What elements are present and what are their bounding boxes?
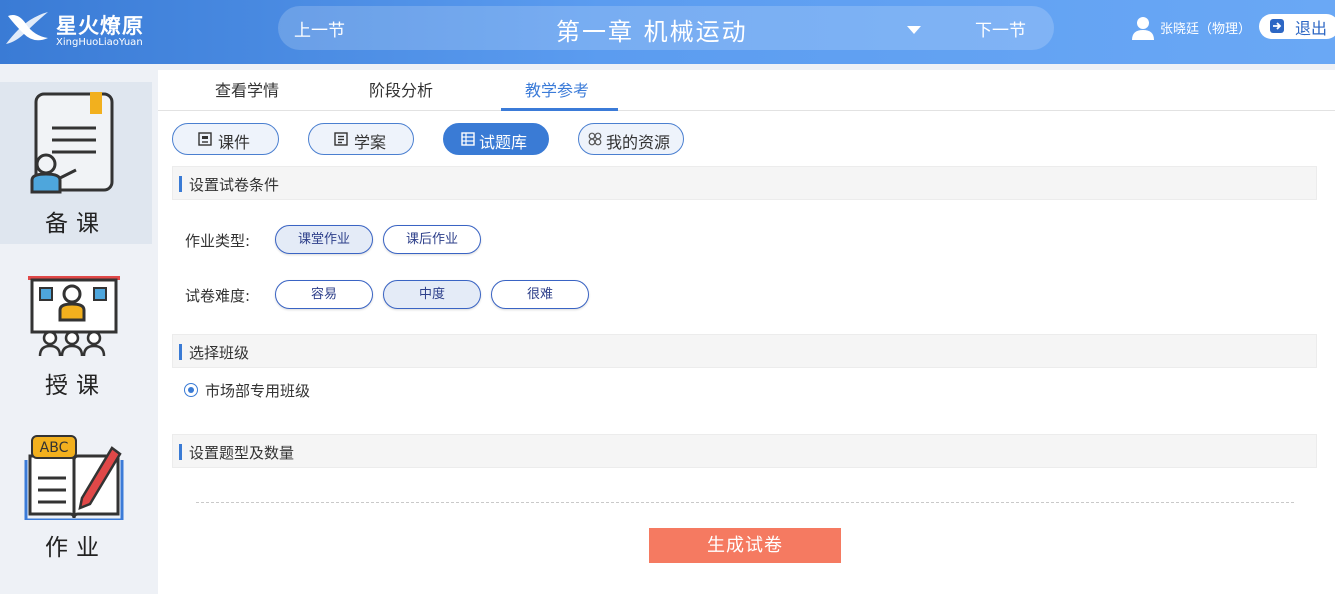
courseware-icon — [198, 132, 212, 146]
homework-icon: ABC — [24, 435, 124, 520]
class-radio-label[interactable]: 市场部专用班级 — [205, 380, 310, 401]
next-section-button[interactable]: 下一节 — [975, 16, 1026, 41]
section-title: 选择班级 — [189, 344, 250, 362]
difficulty-medium[interactable]: 中度 — [383, 280, 481, 309]
pill-label: 我的资源 — [606, 133, 671, 152]
question-types-section-header: 设置题型及数量 — [172, 434, 1317, 468]
section-marker — [179, 444, 182, 460]
top-bar: 星火燎原 XingHuoLiaoYuan 上一节 第一章 机械运动 下一节 张晓… — [0, 0, 1335, 64]
study-plan-button[interactable]: 学案 — [308, 123, 414, 155]
homework-type-after-class[interactable]: 课后作业 — [383, 225, 481, 254]
logo-subtitle: XingHuoLiaoYuan — [56, 37, 143, 48]
tab-teaching-reference[interactable]: 教学参考 — [525, 77, 589, 101]
homework-type-label: 作业类型: — [185, 232, 251, 250]
sidebar-item-teaching[interactable]: 授课 — [0, 262, 152, 424]
conditions-section-header: 设置试卷条件 — [172, 166, 1317, 200]
difficulty-label: 试卷难度: — [185, 287, 251, 305]
tab-bar: 查看学情 阶段分析 教学参考 — [158, 70, 1335, 111]
sidebar-item-homework[interactable]: ABC 作业 — [0, 426, 152, 588]
user-icon — [1132, 17, 1154, 40]
class-section-header: 选择班级 — [172, 334, 1317, 368]
pill-label: 试题库 — [479, 133, 528, 152]
study-plan-icon — [334, 132, 348, 146]
pill-label: 学案 — [354, 133, 387, 152]
svg-text:ABC: ABC — [40, 440, 69, 456]
logout-button[interactable]: 退出 — [1259, 14, 1335, 39]
question-bank-button[interactable]: 试题库 — [443, 123, 549, 155]
teaching-icon — [28, 276, 120, 357]
prev-section-button[interactable]: 上一节 — [294, 16, 345, 41]
sidebar-item-label: 备课 — [45, 211, 107, 237]
logo-title: 星火燎原 — [56, 14, 144, 38]
generate-paper-button[interactable]: 生成试卷 — [649, 528, 841, 563]
active-tab-indicator — [501, 108, 618, 111]
logo-icon — [6, 12, 48, 44]
homework-type-in-class[interactable]: 课堂作业 — [275, 225, 373, 254]
sidebar-item-label: 授课 — [45, 373, 107, 399]
logo: 星火燎原 XingHuoLiaoYuan — [4, 8, 154, 52]
section-marker — [179, 176, 182, 192]
class-radio[interactable] — [184, 383, 198, 397]
pill-label: 课件 — [218, 133, 251, 152]
question-bank-icon — [461, 132, 475, 146]
divider — [196, 502, 1294, 503]
lesson-prep-icon — [30, 92, 114, 194]
tab-stage-analysis[interactable]: 阶段分析 — [369, 77, 433, 101]
main-panel: 查看学情 阶段分析 教学参考 课件 学案 试题库 我的资源 设置试卷条件 作业类… — [158, 70, 1335, 594]
user-name: 张晓廷（物理） — [1160, 22, 1252, 37]
courseware-button[interactable]: 课件 — [172, 123, 279, 155]
sidebar-item-label: 作业 — [45, 535, 107, 561]
chapter-title[interactable]: 第一章 机械运动 — [556, 12, 748, 47]
my-resources-icon — [588, 132, 602, 146]
section-marker — [179, 344, 182, 360]
tab-learning-status[interactable]: 查看学情 — [215, 77, 279, 101]
sidebar: 备课 授课 ABC 作业 — [0, 64, 152, 594]
sidebar-item-lesson-prep[interactable]: 备课 — [0, 82, 152, 244]
logout-label: 退出 — [1295, 19, 1328, 38]
chevron-down-icon[interactable] — [907, 26, 921, 34]
logout-icon — [1270, 19, 1284, 33]
section-title: 设置题型及数量 — [189, 444, 295, 462]
difficulty-easy[interactable]: 容易 — [275, 280, 373, 309]
section-title: 设置试卷条件 — [189, 176, 280, 194]
difficulty-hard[interactable]: 很难 — [491, 280, 589, 309]
my-resources-button[interactable]: 我的资源 — [578, 123, 684, 155]
